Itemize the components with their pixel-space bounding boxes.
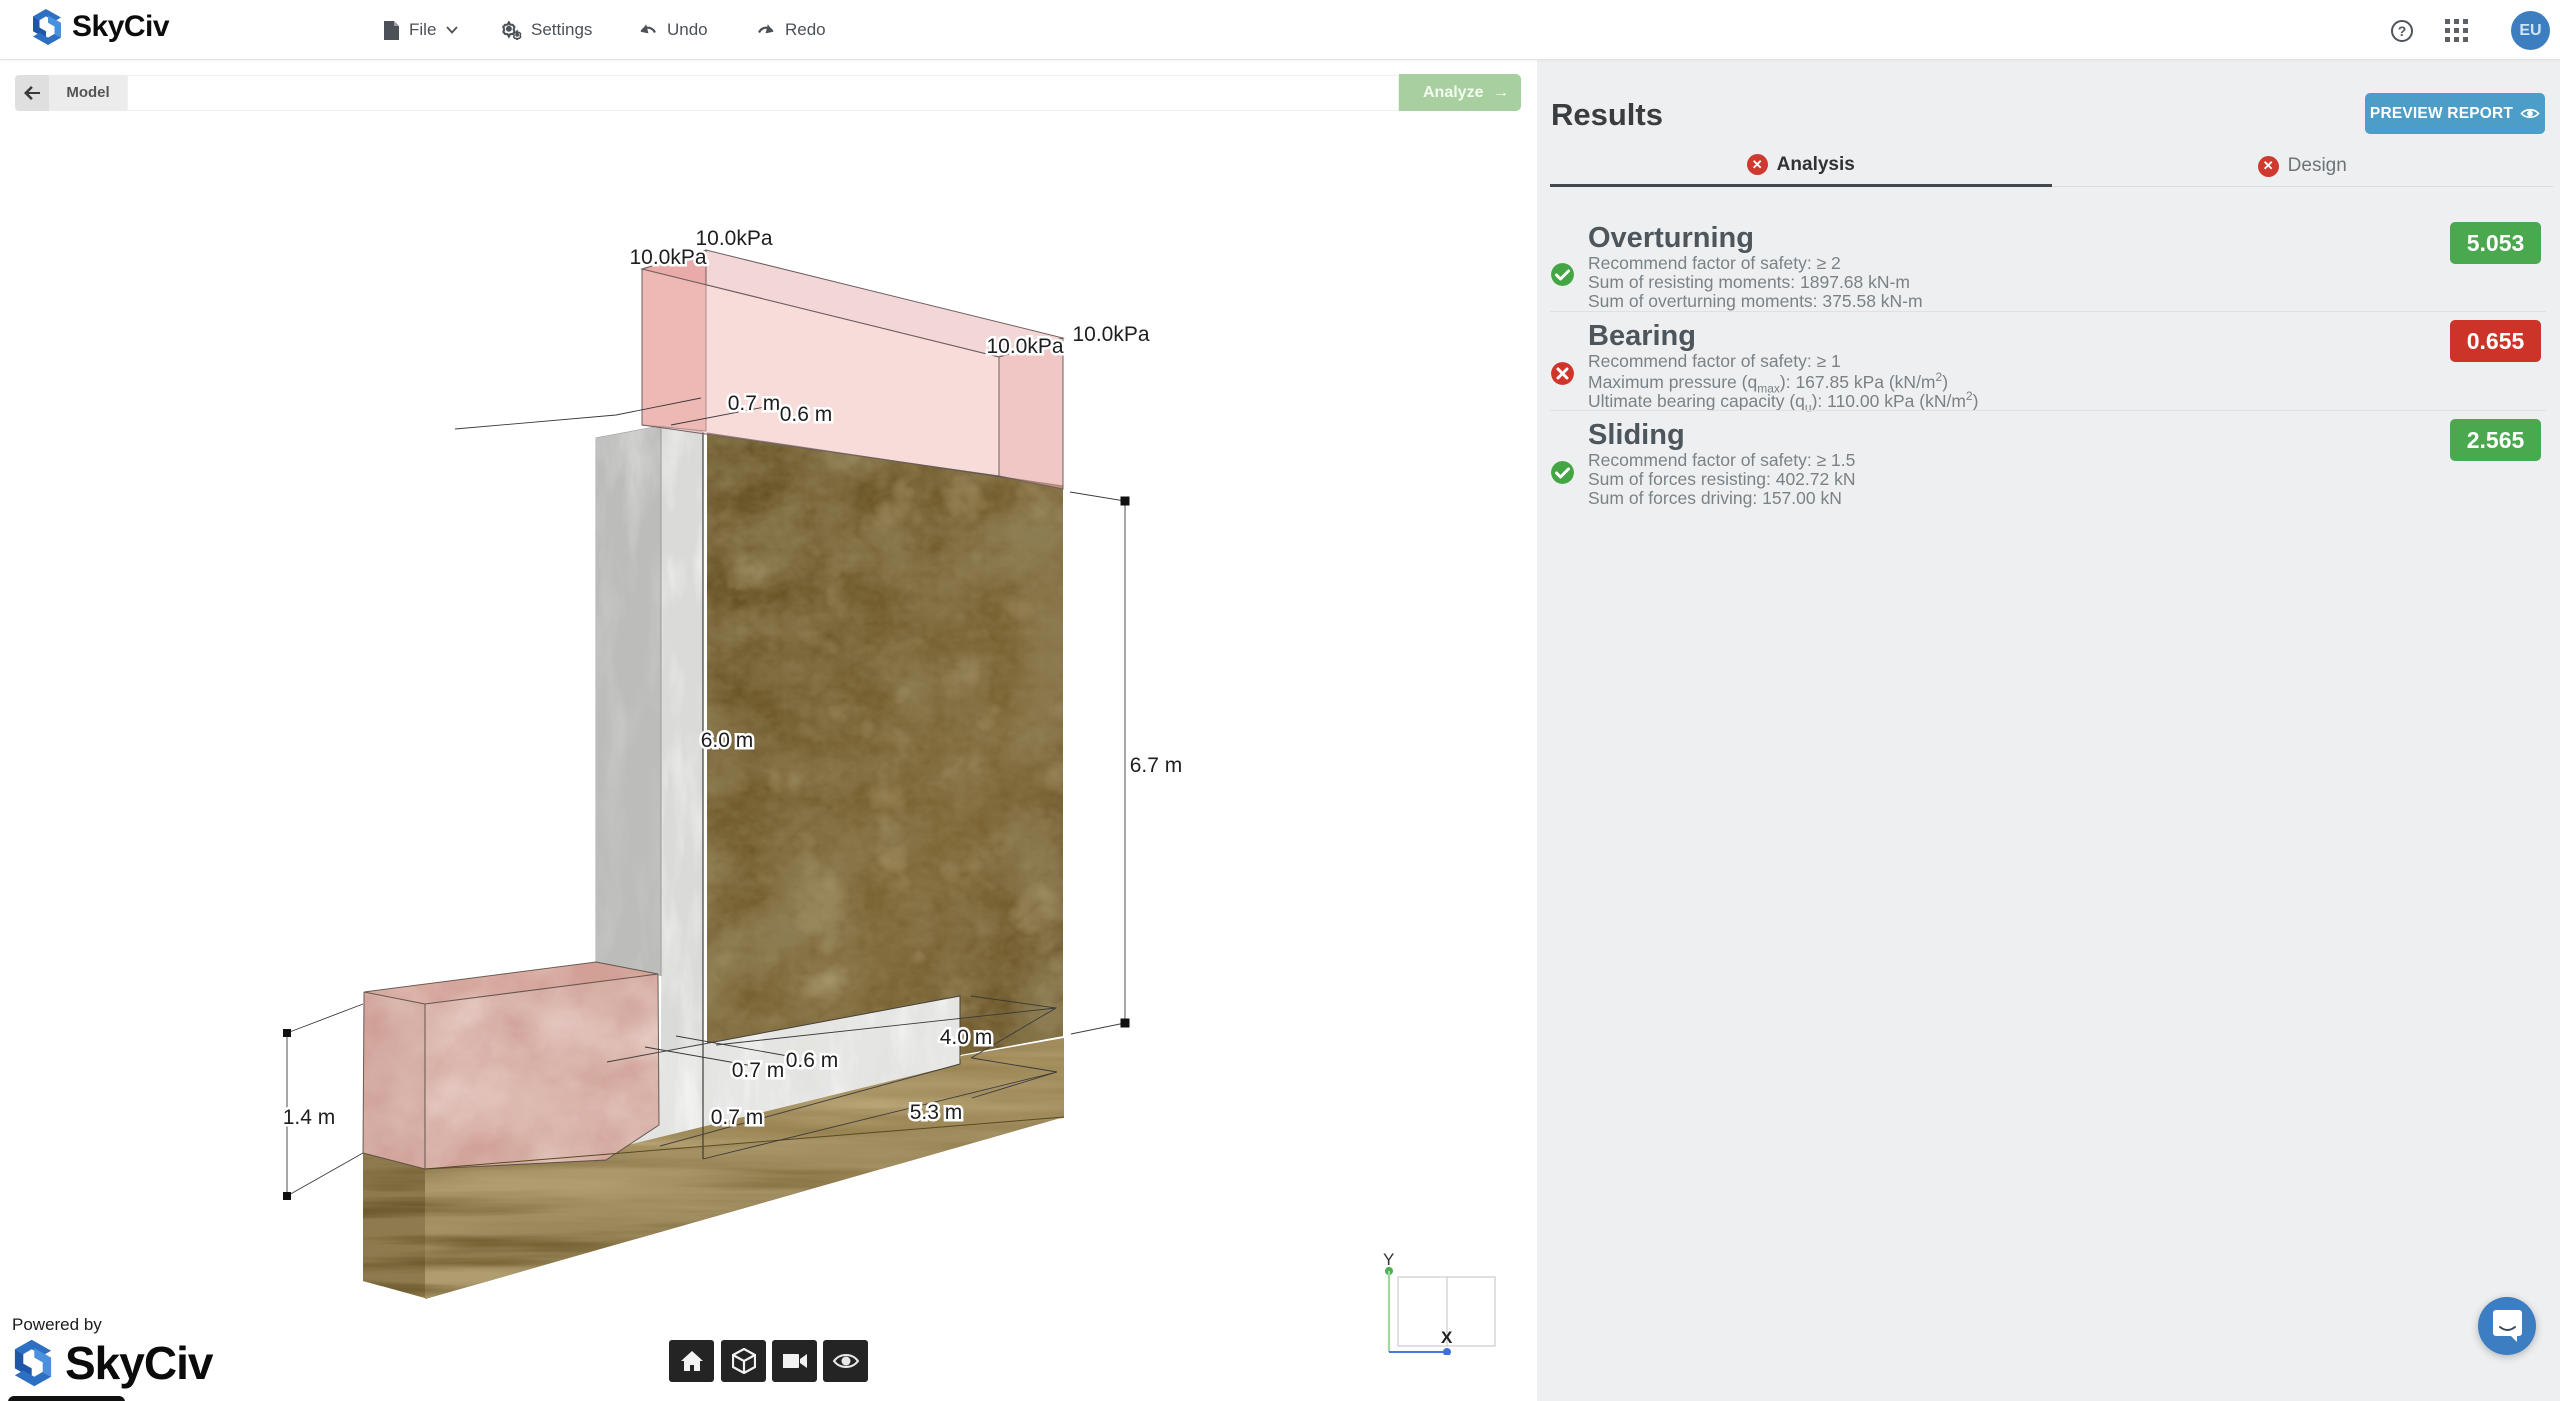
svg-text:0.6 m: 0.6 m: [786, 1049, 839, 1072]
svg-text:6.0 m: 6.0 m: [701, 729, 754, 752]
svg-text:Y: Y: [1383, 1250, 1394, 1269]
svg-text:X: X: [1441, 1328, 1453, 1347]
svg-text:6.7 m: 6.7 m: [1130, 754, 1183, 777]
svg-text:5.3 m: 5.3 m: [910, 1101, 963, 1124]
svg-text:?: ?: [2398, 23, 2407, 39]
svg-text:0.6 m: 0.6 m: [780, 403, 833, 426]
svg-text:10.0kPa: 10.0kPa: [986, 335, 1063, 358]
svg-text:10.0kPa: 10.0kPa: [1072, 323, 1149, 346]
svg-text:0.7 m: 0.7 m: [711, 1106, 764, 1129]
svg-text:4.0 m: 4.0 m: [940, 1026, 993, 1049]
svg-text:0.7 m: 0.7 m: [732, 1059, 785, 1082]
svg-text:1.4 m: 1.4 m: [283, 1106, 336, 1129]
svg-text:10.0kPa: 10.0kPa: [629, 246, 706, 269]
svg-text:10.0kPa: 10.0kPa: [695, 227, 772, 250]
svg-text:0.7 m: 0.7 m: [728, 392, 781, 415]
